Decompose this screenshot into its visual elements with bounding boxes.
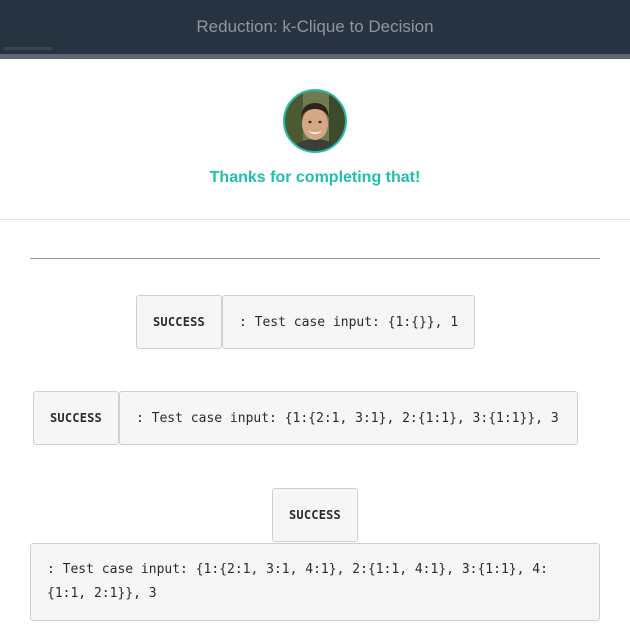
status-badge: SUCCESS bbox=[272, 488, 358, 542]
avatar-portrait-icon bbox=[285, 91, 345, 151]
status-badge: SUCCESS bbox=[136, 295, 222, 349]
completion-modal: Thanks for completing that! SUCCESS : Te… bbox=[0, 59, 630, 628]
section-divider bbox=[0, 219, 630, 220]
top-bar: Reduction: k-Clique to Decision bbox=[0, 0, 630, 54]
thanks-message: Thanks for completing that! bbox=[209, 169, 421, 186]
results-divider bbox=[30, 258, 600, 259]
test-case-message: : Test case input: {1:{}}, 1 bbox=[222, 295, 475, 349]
test-case-message: : Test case input: {1:{2:1, 3:1, 4:1}, 2… bbox=[30, 543, 600, 621]
avatar bbox=[283, 89, 347, 153]
status-badge: SUCCESS bbox=[33, 391, 119, 445]
underlay-tick bbox=[4, 47, 52, 50]
test-case-message: : Test case input: {1:{2:1, 3:1}, 2:{1:1… bbox=[119, 391, 578, 445]
page-title: Reduction: k-Clique to Decision bbox=[196, 17, 434, 36]
